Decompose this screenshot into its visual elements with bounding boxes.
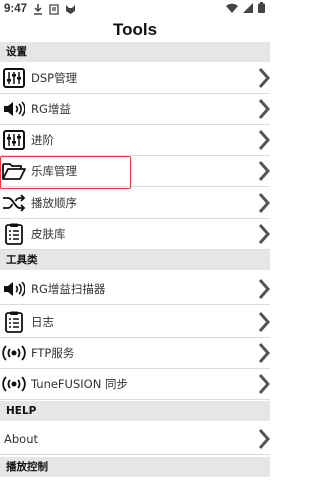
section-header-settings: 设置 (0, 42, 270, 62)
row-label: 播放顺序 (31, 196, 77, 210)
signal-icon (243, 2, 253, 16)
row-label: 日志 (31, 315, 54, 329)
row-rg-gain[interactable]: RG增益 (0, 94, 270, 125)
chevron-right-icon (258, 130, 270, 150)
row-label: 皮肤库 (31, 227, 66, 241)
wifi-icon (226, 3, 238, 16)
app-notification-icon (49, 3, 59, 15)
row-label: RG增益 (31, 102, 71, 116)
speaker-volume-icon (1, 96, 27, 122)
fox-icon (65, 4, 76, 15)
chevron-right-icon (258, 161, 270, 181)
download-icon (33, 3, 43, 15)
selection-highlight (0, 156, 131, 189)
chevron-right-icon (258, 312, 270, 332)
chevron-right-icon (258, 193, 270, 213)
status-time: 9:47 (4, 3, 28, 15)
row-label: TuneFUSION 同步 (31, 377, 128, 391)
row-label: FTP服务 (31, 346, 75, 360)
chevron-right-icon (258, 68, 270, 88)
row-ftp-service[interactable]: FTP服务 (0, 338, 270, 369)
shuffle-icon (1, 190, 27, 216)
chevron-right-icon (258, 429, 270, 449)
section-header-playback: 播放控制 (0, 457, 270, 477)
section-label: HELP (6, 405, 37, 417)
row-skins[interactable]: 皮肤库 (0, 219, 270, 250)
row-label: DSP管理 (31, 71, 78, 85)
row-advanced[interactable]: 进阶 (0, 125, 270, 156)
row-rg-scanner[interactable]: RG增益扫描器 (0, 274, 270, 305)
row-play-order[interactable]: 播放顺序 (0, 188, 270, 219)
equalizer-icon (1, 127, 27, 153)
page-title: Tools (112, 20, 158, 39)
battery-icon (258, 2, 265, 16)
speaker-volume-icon (1, 276, 27, 302)
section-label: 设置 (6, 46, 27, 58)
chevron-right-icon (258, 279, 270, 299)
equalizer-icon (1, 65, 27, 91)
chevron-right-icon (258, 99, 270, 119)
clipboard-list-icon (1, 221, 27, 247)
chevron-right-icon (258, 224, 270, 244)
section-label: 工具类 (6, 254, 38, 266)
row-dsp[interactable]: DSP管理 (0, 63, 270, 94)
clipboard-list-icon (1, 309, 27, 335)
chevron-right-icon (258, 374, 270, 394)
row-label: 进阶 (31, 133, 54, 147)
broadcast-icon (1, 340, 27, 366)
section-header-help: HELP (0, 401, 270, 421)
row-log[interactable]: 日志 (0, 307, 270, 338)
row-about[interactable]: About (0, 424, 270, 455)
row-tunefusion-sync[interactable]: TuneFUSION 同步 (0, 369, 270, 400)
chevron-right-icon (258, 343, 270, 363)
row-label: About (4, 432, 39, 446)
broadcast-icon (1, 371, 27, 397)
section-header-tools: 工具类 (0, 250, 270, 270)
row-label: RG增益扫描器 (31, 282, 106, 296)
section-label: 播放控制 (6, 461, 48, 473)
status-bar: 9:47 (0, 0, 270, 18)
